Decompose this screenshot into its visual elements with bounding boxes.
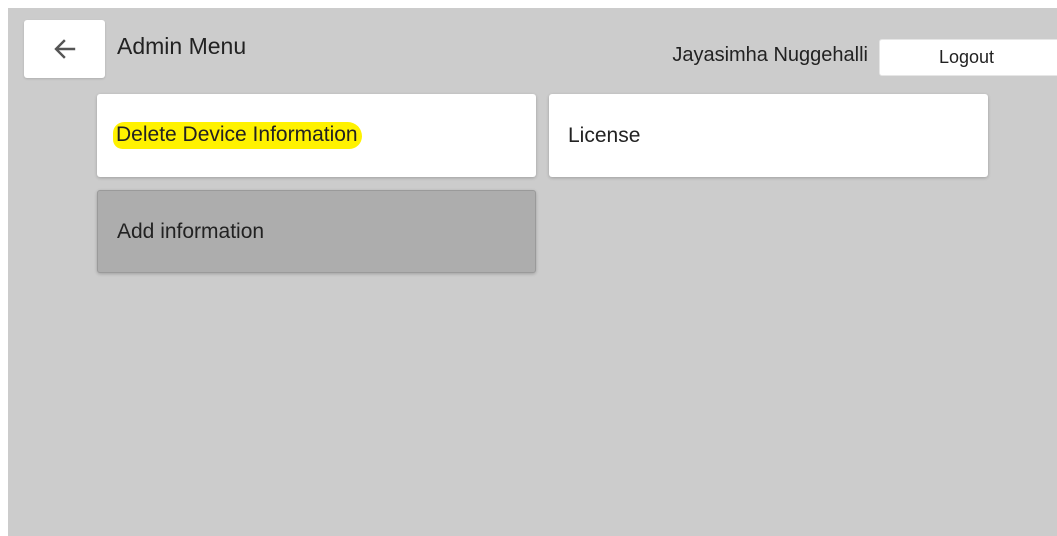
back-button[interactable] bbox=[24, 20, 105, 78]
page-title: Admin Menu bbox=[117, 33, 247, 59]
arrow-left-icon bbox=[53, 39, 76, 59]
user-name: Jayasimha Nuggehalli bbox=[672, 44, 868, 66]
menu-item-license[interactable]: License bbox=[549, 94, 988, 177]
menu-item-add-information[interactable]: Add information bbox=[97, 190, 536, 273]
admin-menu-screen: Admin Menu Jayasimha Nuggehalli Logout D… bbox=[8, 8, 1057, 536]
menu-item-label: License bbox=[568, 123, 641, 147]
menu-item-delete-device-information[interactable]: Delete Device Information bbox=[97, 94, 536, 177]
menu-item-label: Delete Device Information bbox=[113, 122, 362, 149]
logout-button[interactable]: Logout bbox=[879, 39, 1057, 76]
menu-item-label: Add information bbox=[117, 219, 265, 243]
